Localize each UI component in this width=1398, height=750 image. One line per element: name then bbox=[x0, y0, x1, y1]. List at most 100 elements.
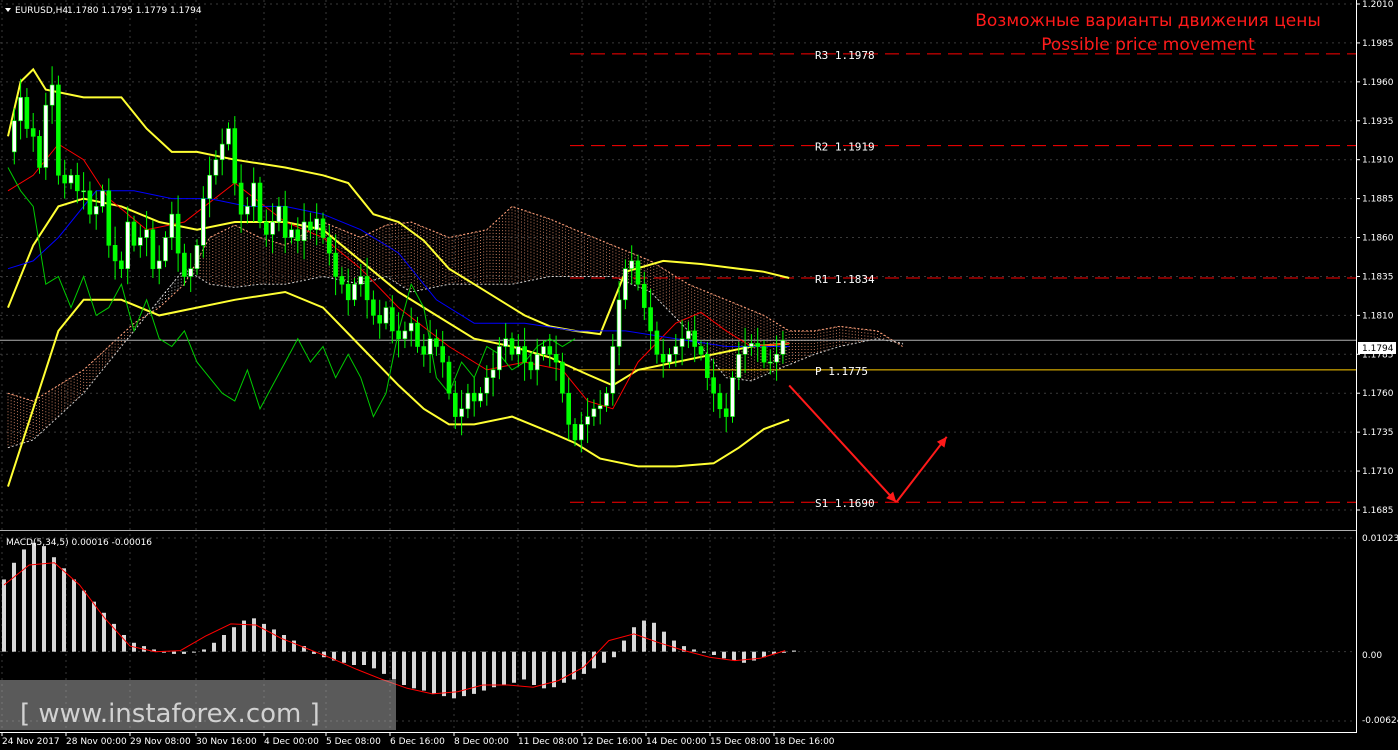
candle-bull bbox=[207, 174, 212, 199]
candle-bear bbox=[654, 330, 660, 355]
macd-bar bbox=[32, 542, 36, 652]
candle-bull bbox=[352, 283, 357, 301]
macd-bar bbox=[212, 642, 216, 652]
candle-bull bbox=[534, 353, 540, 371]
time-tick-label: 14 Dec 00:00 bbox=[646, 737, 707, 747]
macd-bar bbox=[522, 651, 526, 680]
candle-bear bbox=[389, 307, 395, 332]
candle-bull bbox=[459, 408, 464, 417]
candle-bull bbox=[251, 182, 256, 207]
candle-bear bbox=[547, 346, 553, 355]
candle-bear bbox=[56, 84, 61, 176]
macd-bar bbox=[282, 635, 286, 652]
candle-bear bbox=[572, 424, 578, 441]
candle-bull bbox=[585, 416, 590, 425]
candle-bear bbox=[182, 252, 187, 277]
pivot-label-p: P 1.1775 bbox=[815, 365, 868, 378]
macd-bar bbox=[742, 651, 746, 663]
chart-title-en: Possible price movement bbox=[1041, 35, 1255, 55]
candle-bull bbox=[667, 353, 672, 363]
candle-bear bbox=[528, 361, 534, 371]
candle-bear bbox=[421, 346, 427, 355]
candle-bull bbox=[686, 330, 691, 340]
candle-bull bbox=[515, 346, 521, 355]
candle-bull bbox=[270, 221, 275, 235]
macd-bar bbox=[422, 651, 426, 691]
candle-bull bbox=[81, 190, 86, 193]
candle-bear bbox=[238, 182, 244, 215]
candle-bull bbox=[490, 369, 496, 378]
macd-bar bbox=[712, 651, 716, 655]
candle-bull bbox=[497, 346, 502, 371]
macd-bar bbox=[342, 651, 346, 663]
candle-bear bbox=[30, 128, 36, 137]
macd-bar bbox=[392, 651, 396, 680]
candle-bear bbox=[711, 377, 716, 394]
candle-bull bbox=[767, 361, 773, 364]
candle-bull bbox=[314, 218, 320, 231]
price-axis-line bbox=[1356, 0, 1357, 732]
candle-bull bbox=[427, 338, 433, 355]
time-axis-line bbox=[0, 732, 1357, 733]
macd-bar bbox=[42, 546, 46, 652]
candle-bull bbox=[610, 346, 616, 394]
candle-bull bbox=[219, 143, 225, 160]
time-tick-label: 12 Dec 16:00 bbox=[582, 737, 643, 747]
candle-bear bbox=[282, 206, 288, 238]
candle-bull bbox=[125, 221, 130, 269]
candle-bull bbox=[276, 206, 282, 223]
candle-bull bbox=[780, 339, 786, 355]
candle-bull bbox=[49, 84, 55, 106]
time-tick-label: 8 Dec 00:00 bbox=[454, 737, 509, 747]
candle-bear bbox=[295, 229, 301, 241]
macd-bar bbox=[222, 635, 226, 652]
candle-bear bbox=[62, 174, 68, 184]
time-tick-label: 28 Nov 00:00 bbox=[66, 737, 127, 747]
candle-bear bbox=[415, 322, 420, 347]
pivot-label-r3: R3 1.1978 bbox=[815, 49, 875, 62]
price-tick-label: 1.1910 bbox=[1362, 156, 1394, 166]
macd-bar bbox=[492, 651, 496, 688]
candle-bear bbox=[345, 283, 351, 301]
candle-bear bbox=[37, 136, 42, 168]
candle-bull bbox=[138, 237, 143, 246]
price-tick-label: 1.1835 bbox=[1362, 272, 1394, 282]
candle-bear bbox=[566, 392, 572, 425]
candle-bear bbox=[371, 299, 376, 316]
macd-bar bbox=[602, 651, 606, 663]
macd-bar bbox=[202, 649, 206, 652]
candle-bear bbox=[717, 392, 723, 410]
candle-bear bbox=[704, 353, 710, 378]
macd-bar bbox=[572, 651, 576, 680]
candle-bull bbox=[604, 392, 609, 406]
candle-bull bbox=[169, 213, 175, 238]
candle-bear bbox=[131, 221, 137, 246]
candle-bear bbox=[308, 221, 313, 231]
candle-bear bbox=[106, 190, 112, 246]
current-price-value: 1.1794 bbox=[1362, 344, 1394, 354]
candle-bear bbox=[641, 283, 647, 308]
macd-bar bbox=[72, 579, 76, 652]
candle-bear bbox=[755, 343, 761, 347]
macd-bar bbox=[242, 620, 246, 652]
candle-bull bbox=[188, 268, 193, 277]
macd-bar bbox=[632, 627, 636, 652]
candle-bull bbox=[383, 307, 389, 324]
macd-bar bbox=[542, 651, 546, 689]
candle-bull bbox=[730, 377, 735, 417]
ohlc-values: 1.1780 1.1795 1.1779 1.1794 bbox=[67, 6, 202, 16]
chart-canvas[interactable]: R3 1.1978 R2 1.1919 R1 1.1834 P 1.1775 S1 1.… bbox=[0, 0, 1398, 750]
trading-chart-window: R3 1.1978 R2 1.1919 R1 1.1834 P 1.1775 S1 1.… bbox=[0, 0, 1398, 750]
candle-bear bbox=[232, 128, 238, 184]
macd-bar bbox=[352, 651, 356, 665]
candle-bull bbox=[194, 245, 200, 269]
candle-bear bbox=[560, 361, 565, 394]
candle-bull bbox=[301, 221, 307, 241]
candle-bull bbox=[402, 330, 408, 340]
macd-bar bbox=[402, 651, 406, 685]
macd-bar bbox=[232, 627, 236, 652]
candle-bear bbox=[24, 97, 30, 129]
candle-bear bbox=[87, 190, 93, 215]
candle-bear bbox=[263, 221, 269, 235]
macd-bar bbox=[502, 651, 506, 685]
